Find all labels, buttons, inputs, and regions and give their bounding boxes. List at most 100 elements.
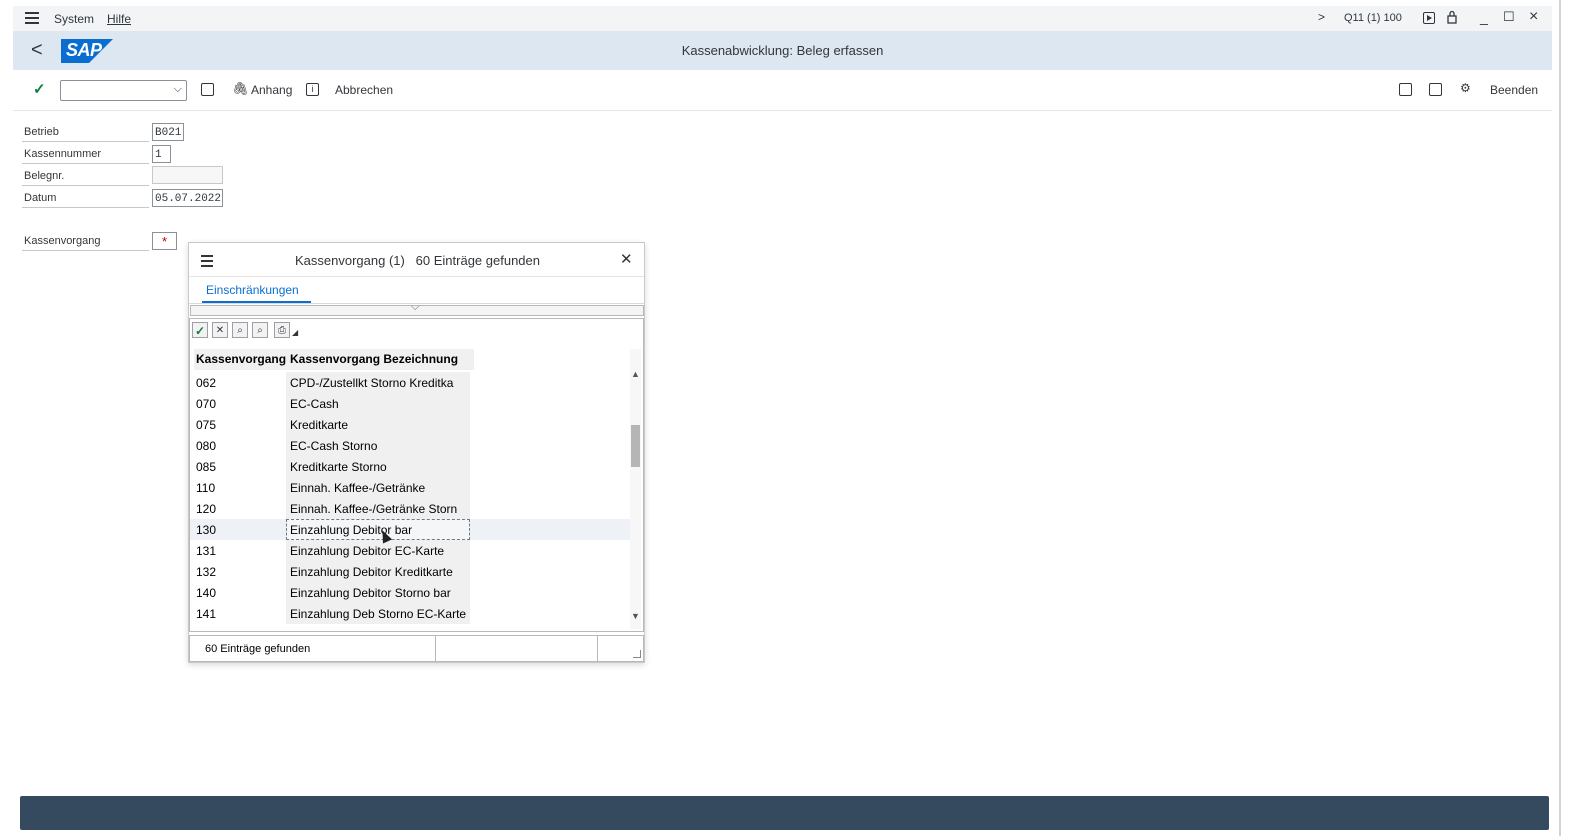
belegnr-field xyxy=(152,166,223,184)
sap-window: System Hilfe > Q11 (1) 100 _ ☐ × < SAP K… xyxy=(13,6,1552,832)
shell-header: < SAP Kassenabwicklung: Beleg erfassen xyxy=(13,31,1552,70)
restore-icon[interactable]: ☐ xyxy=(1503,9,1515,25)
table-row[interactable]: 141 Einzahlung Deb Storno EC-Karte xyxy=(190,603,630,624)
table-row[interactable]: 080 EC-Cash Storno xyxy=(190,435,630,456)
divider xyxy=(22,163,149,164)
column-header-bezeichnung[interactable]: Kassenvorgang Bezeichnung xyxy=(286,349,474,370)
divider xyxy=(22,250,149,251)
divider xyxy=(22,207,149,208)
paperclip-icon[interactable]: 🖇 xyxy=(232,81,249,97)
save-icon[interactable] xyxy=(201,83,214,96)
session-client-info: Q11 (1) 100 xyxy=(1344,12,1402,24)
divider xyxy=(597,636,598,661)
enter-check-icon[interactable]: ✓ xyxy=(33,80,46,98)
close-window-icon[interactable]: × xyxy=(1529,8,1538,26)
ok-check-icon[interactable]: ✓ xyxy=(192,322,208,338)
datum-label: Datum xyxy=(24,192,57,204)
abbrechen-button[interactable]: Abbrechen xyxy=(335,83,393,97)
dialog-menu-icon[interactable] xyxy=(201,255,213,270)
result-grid: ✓ ✕ ⌕ ⌕ ⎙ ◢ Kassenvorgang Kassenvorgang … xyxy=(189,318,644,632)
left-frame xyxy=(0,0,13,836)
table-row[interactable]: 062 CPD-/Zustellkt Storno Kreditka xyxy=(190,372,630,393)
scroll-up-icon[interactable]: ▲ xyxy=(631,369,640,379)
chevron-down-icon[interactable]: ⌵ xyxy=(174,83,182,96)
table-row[interactable]: 085 Kreditkarte Storno xyxy=(190,456,630,477)
row-code: 120 xyxy=(196,502,217,516)
table-row[interactable]: 132 Einzahlung Debitor Kreditkarte xyxy=(190,561,630,582)
menu-system[interactable]: System xyxy=(54,12,94,26)
row-code: 062 xyxy=(196,376,217,390)
row-code: 131 xyxy=(196,544,217,558)
hamburger-menu-icon[interactable] xyxy=(25,12,39,24)
search-icon[interactable]: ⌕ xyxy=(232,322,248,338)
divider xyxy=(435,636,436,661)
dialog-header: Kassenvorgang (1) 60 Einträge gefunden ✕ xyxy=(189,243,644,277)
collapse-bar[interactable]: ⌵ xyxy=(190,301,644,316)
row-name: Einnah. Kaffee-/Getränke xyxy=(290,481,426,495)
close-icon[interactable]: ✕ xyxy=(620,250,633,268)
dropdown-triangle-icon[interactable]: ◢ xyxy=(292,328,298,337)
table-row[interactable]: 110 Einnah. Kaffee-/Getränke xyxy=(190,477,630,498)
belegnr-label: Belegnr. xyxy=(24,170,65,182)
table-row[interactable]: 140 Einzahlung Debitor Storno bar xyxy=(190,582,630,603)
kassennummer-field[interactable]: 1 xyxy=(152,145,171,163)
row-code: 141 xyxy=(196,607,217,621)
row-code: 070 xyxy=(196,397,217,411)
row-name: Einzahlung Debitor Storno bar xyxy=(290,586,451,600)
beenden-button[interactable]: Beenden xyxy=(1490,83,1538,97)
command-field[interactable]: ⌵ xyxy=(60,80,187,101)
betrieb-field[interactable]: B021 xyxy=(152,123,184,141)
screen-icon[interactable] xyxy=(1429,83,1442,96)
row-name: Einzahlung Debitor Kreditkarte xyxy=(290,565,453,579)
value-help-dialog: Kassenvorgang (1) 60 Einträge gefunden ✕… xyxy=(188,242,645,663)
table-row[interactable]: 075 Kreditkarte xyxy=(190,414,630,435)
dialog-title: Kassenvorgang (1) 60 Einträge gefunden xyxy=(295,253,541,268)
scroll-thumb[interactable] xyxy=(631,425,640,467)
scroll-down-icon[interactable]: ▼ xyxy=(631,611,640,621)
table-row[interactable]: 131 Einzahlung Debitor EC-Karte xyxy=(190,540,630,561)
menu-hilfe[interactable]: Hilfe xyxy=(107,12,131,26)
lock-icon[interactable] xyxy=(1446,10,1458,27)
page-title: Kassenabwicklung: Beleg erfassen xyxy=(681,43,884,58)
row-code: 075 xyxy=(196,418,217,432)
resize-grip-icon[interactable] xyxy=(633,650,641,658)
kassenvorgang-label: Kassenvorgang xyxy=(24,235,101,247)
row-code: 085 xyxy=(196,460,217,474)
row-name: Einzahlung Deb Storno EC-Karte xyxy=(290,607,467,621)
dialog-status-bar: 60 Einträge gefunden xyxy=(189,635,644,662)
play-icon[interactable] xyxy=(1423,12,1435,24)
chevron-right-icon[interactable]: > xyxy=(1318,10,1325,24)
status-text: 60 Einträge gefunden xyxy=(205,643,311,655)
table-row[interactable]: 120 Einnah. Kaffee-/Getränke Storn xyxy=(190,498,630,519)
chevron-down-icon[interactable]: ⌵ xyxy=(411,301,419,314)
row-name: CPD-/Zustellkt Storno Kreditka xyxy=(290,376,454,390)
table-row-selected[interactable]: 130 Einzahlung Debitor bar xyxy=(190,519,630,540)
row-code: 130 xyxy=(196,523,217,537)
row-name: Kreditkarte Storno xyxy=(290,460,387,474)
anhang-button[interactable]: Anhang xyxy=(251,83,292,97)
info-icon[interactable]: i xyxy=(306,83,319,96)
row-name: EC-Cash xyxy=(290,397,339,411)
row-code: 080 xyxy=(196,439,217,453)
row-name: Kreditkarte xyxy=(290,418,349,432)
vertical-scrollbar[interactable]: ▲ ▼ xyxy=(630,349,641,629)
divider xyxy=(22,185,149,186)
settings-icon[interactable]: ⚙ xyxy=(1460,81,1471,95)
row-name: Einnah. Kaffee-/Getränke Storn xyxy=(290,502,458,516)
cancel-x-icon[interactable]: ✕ xyxy=(212,322,228,338)
minimize-icon[interactable]: _ xyxy=(1480,9,1488,25)
layout-icon[interactable] xyxy=(1399,83,1412,96)
row-code: 132 xyxy=(196,565,217,579)
search-next-icon[interactable]: ⌕ xyxy=(252,322,268,338)
status-footer xyxy=(20,796,1549,830)
datum-field[interactable]: 05.07.2022 xyxy=(152,189,223,207)
table-row[interactable]: 070 EC-Cash xyxy=(190,393,630,414)
row-code: 110 xyxy=(196,481,216,495)
row-code: 140 xyxy=(196,586,217,600)
print-icon[interactable]: ⎙ xyxy=(274,322,290,338)
row-name: Einzahlung Debitor bar xyxy=(290,523,413,537)
column-header-kassenvorgang[interactable]: Kassenvorgang xyxy=(194,349,288,370)
row-name: EC-Cash Storno xyxy=(290,439,378,453)
tab-einschraenkungen[interactable]: Einschränkungen xyxy=(206,283,299,297)
kassenvorgang-field[interactable]: * xyxy=(152,232,177,250)
